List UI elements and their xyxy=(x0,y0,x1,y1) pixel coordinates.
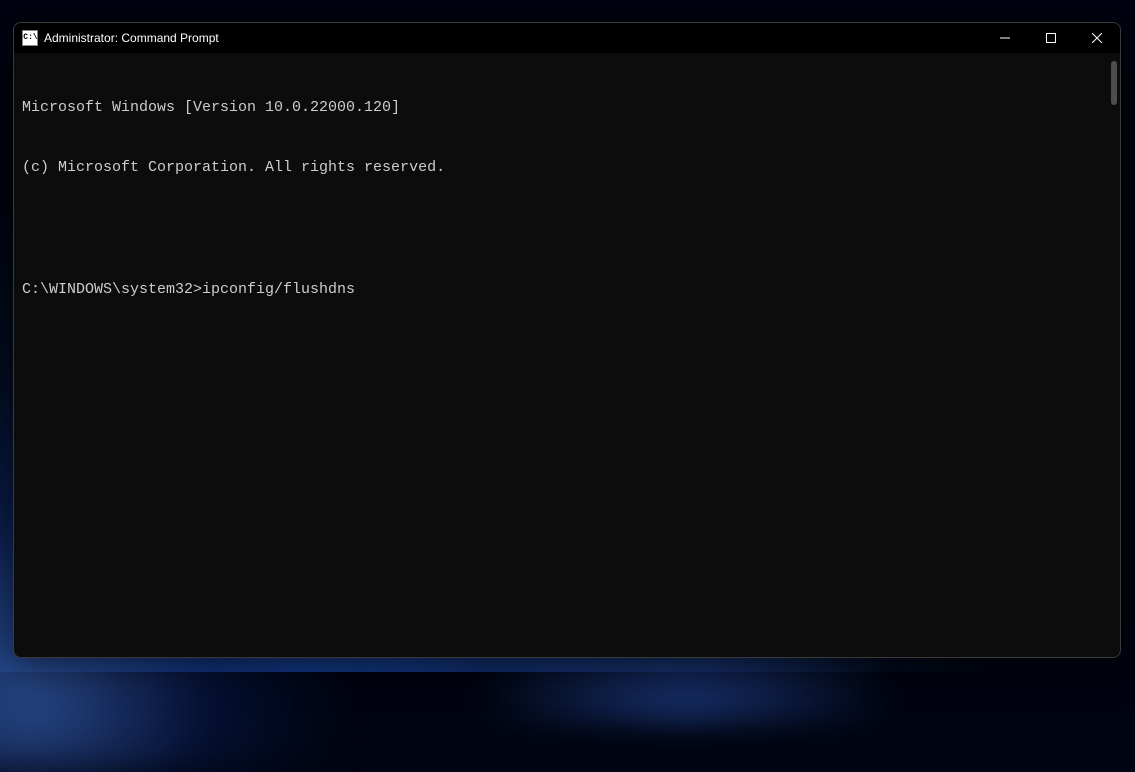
cmd-icon: C:\ xyxy=(22,30,38,46)
copyright-line: (c) Microsoft Corporation. All rights re… xyxy=(22,158,1112,178)
minimize-icon xyxy=(1000,33,1010,43)
version-line: Microsoft Windows [Version 10.0.22000.12… xyxy=(22,98,1112,118)
titlebar-controls xyxy=(982,23,1120,53)
window-title: Administrator: Command Prompt xyxy=(44,31,219,45)
minimize-button[interactable] xyxy=(982,23,1028,53)
blank-line xyxy=(22,219,1112,239)
close-icon xyxy=(1092,33,1102,43)
command-prompt-window: C:\ Administrator: Command Prompt xyxy=(13,22,1121,658)
prompt-line: C:\WINDOWS\system32>ipconfig/flushdns xyxy=(22,280,1112,300)
entered-command: ipconfig/flushdns xyxy=(202,281,355,298)
terminal-output[interactable]: Microsoft Windows [Version 10.0.22000.12… xyxy=(14,53,1120,657)
scrollbar-thumb[interactable] xyxy=(1111,61,1117,105)
prompt-path: C:\WINDOWS\system32> xyxy=(22,281,202,298)
maximize-icon xyxy=(1046,33,1056,43)
maximize-button[interactable] xyxy=(1028,23,1074,53)
titlebar-left: C:\ Administrator: Command Prompt xyxy=(22,30,219,46)
titlebar[interactable]: C:\ Administrator: Command Prompt xyxy=(14,23,1120,53)
close-button[interactable] xyxy=(1074,23,1120,53)
